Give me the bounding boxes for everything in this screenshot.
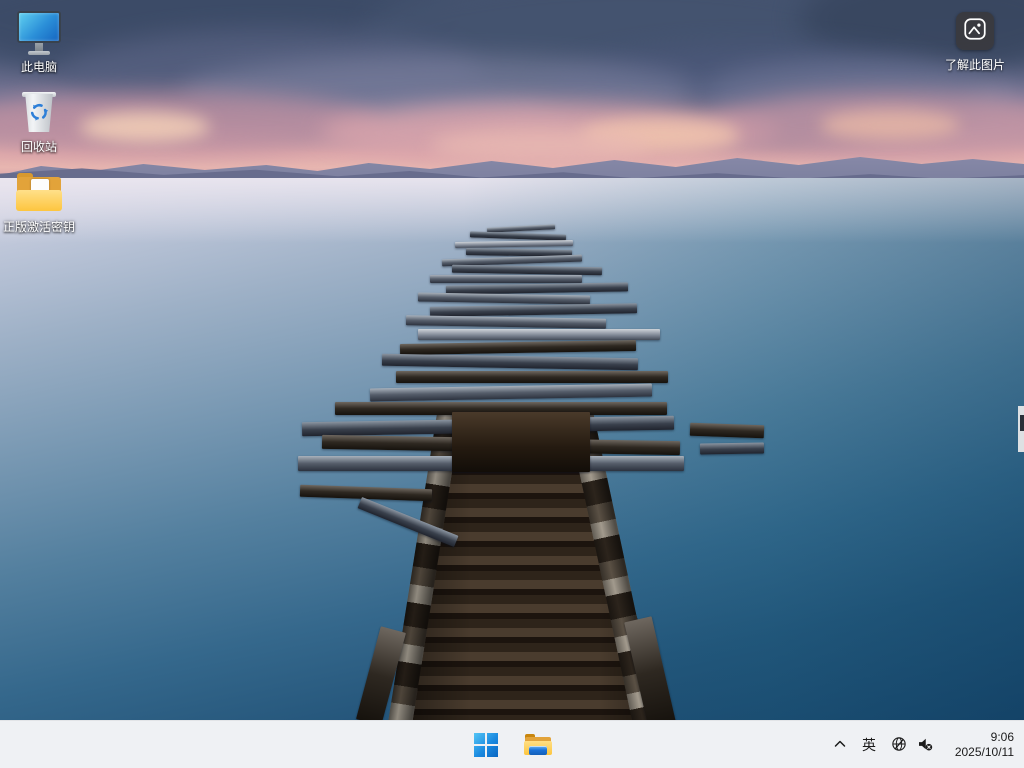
chevron-up-icon bbox=[832, 736, 848, 755]
pier-plank bbox=[418, 329, 660, 340]
file-explorer-button[interactable] bbox=[518, 725, 558, 765]
pier-plank bbox=[690, 423, 764, 439]
taskbar: 英 bbox=[0, 720, 1024, 768]
pier-plank-edge-notch bbox=[1020, 415, 1024, 431]
pier-plank bbox=[430, 303, 637, 317]
pier-plank bbox=[370, 384, 652, 402]
desktop: 此电脑 bbox=[0, 0, 1024, 768]
desktop-icon-this-pc[interactable]: 此电脑 bbox=[0, 8, 78, 74]
desktop-icon-recycle-bin[interactable]: 回收站 bbox=[0, 88, 78, 154]
file-explorer-icon bbox=[524, 733, 552, 757]
pier-plank bbox=[418, 292, 590, 304]
start-button[interactable] bbox=[466, 725, 506, 765]
clock[interactable]: 9:06 2025/10/11 bbox=[940, 725, 1018, 765]
wallpaper-pier bbox=[0, 0, 1024, 720]
windows-logo-icon bbox=[474, 733, 498, 757]
ime-indicator-button[interactable]: 英 bbox=[854, 725, 884, 765]
quick-settings-button[interactable] bbox=[884, 725, 940, 765]
pier-plank bbox=[455, 240, 573, 248]
spotlight-learn-about-picture: 了解此图片 bbox=[925, 12, 1024, 73]
globe-no-internet-icon bbox=[890, 735, 908, 756]
pier-plank bbox=[452, 412, 590, 472]
monitor-icon bbox=[14, 8, 64, 58]
recycle-bin-icon bbox=[14, 88, 64, 138]
clock-time: 9:06 bbox=[991, 730, 1014, 745]
pier-plank bbox=[382, 354, 638, 370]
pier-plank bbox=[452, 265, 602, 276]
wallpaper-spotlight-pier bbox=[0, 0, 1024, 720]
pier-plank bbox=[430, 275, 582, 283]
spotlight-button[interactable] bbox=[956, 12, 994, 50]
pier-plank bbox=[700, 442, 764, 454]
clock-date: 2025/10/11 bbox=[955, 745, 1014, 760]
spotlight-label: 了解此图片 bbox=[945, 56, 1005, 73]
recycle-arrows-icon bbox=[27, 100, 51, 128]
pier-plank bbox=[470, 231, 566, 240]
pier-plank bbox=[396, 371, 668, 383]
volume-muted-icon bbox=[916, 735, 934, 756]
desktop-icon-label: 此电脑 bbox=[21, 60, 57, 74]
hidden-icons-button[interactable] bbox=[826, 725, 854, 765]
taskbar-system-tray: 英 bbox=[826, 721, 1018, 768]
desktop-icon-label: 回收站 bbox=[21, 140, 57, 154]
ime-language-label: 英 bbox=[862, 735, 876, 755]
desktop-icon-column: 此电脑 bbox=[0, 8, 78, 234]
folder-icon bbox=[14, 168, 64, 218]
desktop-icon-activation-key-folder[interactable]: 正版激活密钥 bbox=[0, 168, 78, 234]
pier-plank bbox=[406, 315, 606, 328]
desktop-icon-label: 正版激活密钥 bbox=[3, 220, 75, 234]
pier-plank bbox=[400, 340, 636, 355]
picture-frame-icon bbox=[962, 16, 988, 46]
